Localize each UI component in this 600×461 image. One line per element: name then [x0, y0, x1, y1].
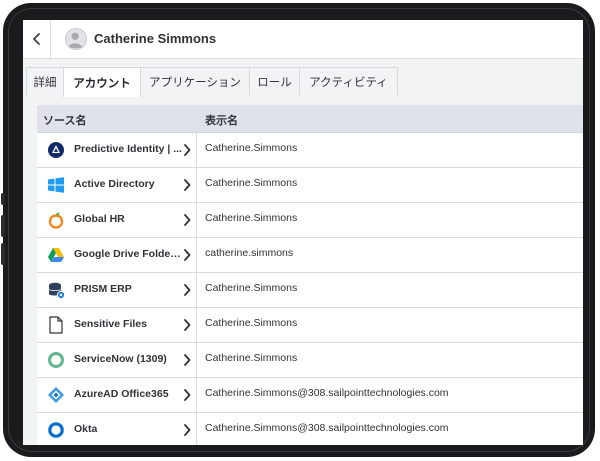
chevron-right-icon[interactable]	[183, 214, 191, 226]
side-button	[1, 193, 5, 205]
side-button	[1, 215, 5, 237]
display-name: Catherine.Simmons	[205, 142, 298, 154]
orange-icon	[47, 211, 65, 229]
table-row[interactable]: Sensitive Files Catherine.Simmons	[37, 308, 583, 343]
chevron-right-icon[interactable]	[183, 424, 191, 436]
tab-activity[interactable]: アクティビティ	[299, 67, 398, 95]
source-name: Okta	[74, 423, 98, 435]
display-name: Catherine.Simmons	[205, 282, 298, 294]
source-cell[interactable]: AzureAD Office365	[37, 378, 197, 412]
source-cell[interactable]: Global HR	[37, 203, 197, 237]
user-name: Catherine Simmons	[94, 31, 217, 46]
table-row[interactable]: ServiceNow (1309) Catherine.Simmons	[37, 343, 583, 378]
avatar	[65, 28, 87, 50]
source-cell[interactable]: Google Drive Folder...	[37, 238, 197, 272]
source-cell[interactable]: Sensitive Files	[37, 308, 197, 342]
tab-applications[interactable]: アプリケーション	[140, 67, 250, 95]
source-name: Sensitive Files	[74, 318, 147, 330]
tablet-frame: Catherine Simmons 詳細 アカウント アプリケーション ロール …	[1, 3, 595, 457]
chevron-left-icon	[32, 33, 40, 45]
table-row[interactable]: Google Drive Folder... catherine.simmons	[37, 238, 583, 273]
table-row[interactable]: Predictive Identity | ... Catherine.Simm…	[37, 133, 583, 168]
display-name: Catherine.Simmons	[205, 317, 298, 329]
display-name: Catherine.Simmons@308.sailpointtechnolog…	[205, 422, 449, 434]
windows-icon	[47, 176, 65, 194]
source-cell[interactable]: Predictive Identity | ...	[37, 133, 197, 167]
source-cell[interactable]: ServiceNow (1309)	[37, 343, 197, 377]
source-name: Active Directory	[74, 178, 155, 190]
source-name: ServiceNow (1309)	[74, 353, 167, 365]
table-header: ソース名 表示名	[37, 105, 583, 133]
column-header-display-name[interactable]: 表示名	[205, 112, 238, 128]
chevron-right-icon[interactable]	[183, 144, 191, 156]
display-name: Catherine.Simmons@308.sailpointtechnolog…	[205, 387, 449, 399]
screen: Catherine Simmons 詳細 アカウント アプリケーション ロール …	[23, 20, 583, 445]
tab-details[interactable]: 詳細	[26, 67, 64, 95]
tab-accounts[interactable]: アカウント	[63, 67, 141, 97]
back-button[interactable]	[23, 20, 51, 58]
table-row[interactable]: Global HR Catherine.Simmons	[37, 203, 583, 238]
source-cell[interactable]: Okta	[37, 413, 197, 445]
source-name: AzureAD Office365	[74, 388, 169, 400]
source-cell[interactable]: Active Directory	[37, 168, 197, 202]
chevron-right-icon[interactable]	[183, 389, 191, 401]
table-row[interactable]: AzureAD Office365 Catherine.Simmons@308.…	[37, 378, 583, 413]
display-name: catherine.simmons	[205, 247, 294, 259]
accounts-table: ソース名 表示名 Predictive Identity | ... Cathe…	[37, 105, 583, 445]
chevron-right-icon[interactable]	[183, 249, 191, 261]
okta-icon	[47, 421, 65, 439]
display-name: Catherine.Simmons	[205, 177, 298, 189]
display-name: Catherine.Simmons	[205, 352, 298, 364]
servicenow-icon	[47, 351, 65, 369]
user-icon	[67, 32, 83, 49]
chevron-right-icon[interactable]	[183, 319, 191, 331]
database-icon	[47, 281, 65, 299]
tab-bar: 詳細 アカウント アプリケーション ロール アクティビティ	[26, 67, 398, 97]
column-header-source[interactable]: ソース名	[43, 112, 86, 128]
chevron-right-icon[interactable]	[183, 354, 191, 366]
table-row[interactable]: Active Directory Catherine.Simmons	[37, 168, 583, 203]
chevron-right-icon[interactable]	[183, 284, 191, 296]
file-icon	[47, 316, 65, 334]
source-name: Global HR	[74, 213, 125, 225]
top-bar: Catherine Simmons	[23, 20, 583, 59]
google-drive-icon	[47, 246, 65, 264]
display-name: Catherine.Simmons	[205, 212, 298, 224]
source-name: Google Drive Folder...	[74, 248, 182, 260]
table-row[interactable]: Okta Catherine.Simmons@308.sailpointtech…	[37, 413, 583, 445]
azure-icon	[47, 386, 65, 404]
source-cell[interactable]: PRISM ERP	[37, 273, 197, 307]
sailpoint-icon	[47, 141, 65, 159]
chevron-right-icon[interactable]	[183, 179, 191, 191]
side-button	[1, 243, 5, 265]
tab-roles[interactable]: ロール	[249, 67, 300, 95]
table-row[interactable]: PRISM ERP Catherine.Simmons	[37, 273, 583, 308]
source-name: Predictive Identity | ...	[74, 143, 182, 155]
source-name: PRISM ERP	[74, 283, 132, 295]
